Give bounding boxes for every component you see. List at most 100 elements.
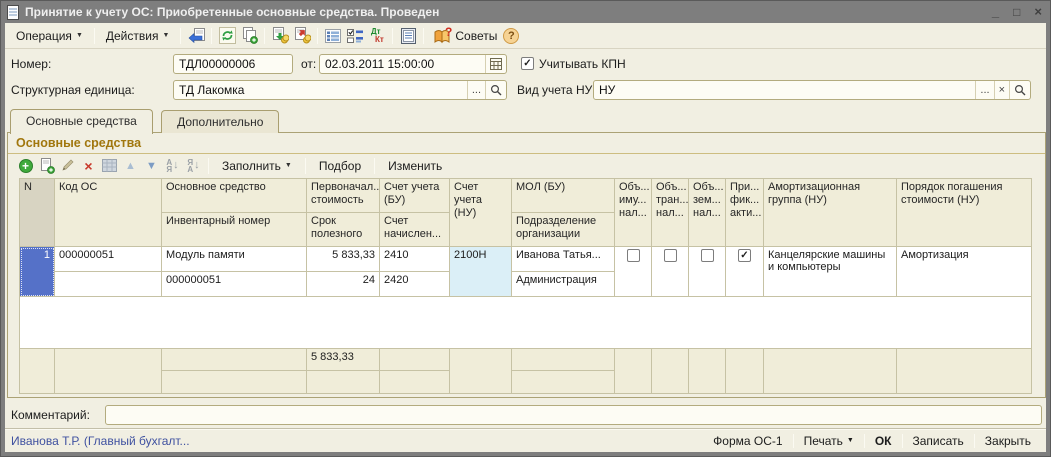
- cell-pervonach-stoimost[interactable]: 5 833,33: [307, 247, 380, 272]
- forma-os1-button[interactable]: Форма ОС-1: [704, 432, 791, 450]
- structural-unit-input[interactable]: [174, 81, 467, 99]
- cell-ob-transport-checkbox[interactable]: [652, 247, 689, 297]
- tab-dopolnitelno[interactable]: Дополнительно: [161, 110, 279, 133]
- fill-button[interactable]: Заполнить ▼: [213, 157, 301, 175]
- kpn-label: Учитывать КПН: [539, 57, 626, 71]
- delete-row-button[interactable]: ×: [79, 157, 98, 175]
- calendar-icon[interactable]: [485, 55, 506, 73]
- checkbox-checked[interactable]: ✓: [738, 249, 751, 262]
- add-row-button[interactable]: +: [16, 157, 35, 175]
- col-header-pervonach-stoimost: Первоначал... стоимость: [307, 179, 380, 213]
- copy-row-button[interactable]: [37, 157, 56, 175]
- cell-schet-bu[interactable]: 2410: [380, 247, 450, 272]
- nu-kind-input[interactable]: [594, 81, 975, 99]
- help-button[interactable]: ?: [503, 28, 519, 44]
- footer-total-pervonach: 5 833,33: [307, 349, 380, 371]
- copy-document-icon[interactable]: [239, 26, 259, 46]
- tips-book-icon: ?: [434, 28, 451, 44]
- cell-poryadok-pogasheniya[interactable]: Амортизация: [897, 247, 1032, 297]
- cell-kod-os[interactable]: 000000051: [55, 247, 162, 272]
- cell-kod-os-2[interactable]: [55, 272, 162, 297]
- actions-menu-button[interactable]: Действия ▼: [99, 26, 177, 46]
- set-marks-icon[interactable]: [345, 26, 365, 46]
- table-empty-area[interactable]: [20, 297, 1032, 349]
- col-header-ob-transport-nalog: Объ... тран... нал...: [652, 179, 689, 247]
- magnifier-icon[interactable]: [485, 81, 506, 99]
- cell-srok-poleznogo[interactable]: 24: [307, 272, 380, 297]
- date-field[interactable]: [319, 54, 507, 74]
- ellipsis-button[interactable]: ...: [467, 81, 485, 99]
- number-field[interactable]: [173, 54, 293, 74]
- titlebar: Принятие к учету ОС: Приобретенные основ…: [1, 1, 1050, 23]
- reread-document-icon[interactable]: [186, 26, 206, 46]
- checkbox-unchecked[interactable]: [664, 249, 677, 262]
- save-button[interactable]: Записать: [904, 432, 973, 450]
- col-header-schet-nu: Счет учета (НУ): [450, 179, 512, 247]
- delete-icon: ×: [84, 159, 92, 173]
- structural-unit-field[interactable]: ...: [173, 80, 507, 100]
- cell-mol-bu[interactable]: Иванова Татья...: [512, 247, 615, 272]
- assets-table: N Код ОС Основное средство Первоначал...…: [19, 178, 1032, 394]
- magnifier-icon[interactable]: [1009, 81, 1030, 99]
- cell-schet-nachisleniya[interactable]: 2420: [380, 272, 450, 297]
- footer-cell-pri-fik: [726, 349, 764, 394]
- cell-amort-gruppa[interactable]: Канцелярские машины и компьютеры: [764, 247, 897, 297]
- document-movements-in-icon[interactable]: [270, 26, 290, 46]
- minimize-button[interactable]: _: [992, 3, 999, 21]
- toolbar-separator: [305, 158, 306, 174]
- cell-ob-zemelny-checkbox[interactable]: [689, 247, 726, 297]
- tips-button[interactable]: ? Советы: [428, 28, 503, 44]
- date-input[interactable]: [320, 55, 485, 73]
- edit-row-button[interactable]: [58, 157, 77, 175]
- cell-podrazdelenie[interactable]: Администрация: [512, 272, 615, 297]
- comment-input[interactable]: [106, 406, 1041, 424]
- izmenit-button[interactable]: Изменить: [379, 157, 451, 175]
- podbor-button[interactable]: Подбор: [310, 157, 370, 175]
- col-header-amort-gruppa-nu: Амортизационная группа (НУ): [764, 179, 897, 247]
- window-title: Принятие к учету ОС: Приобретенные основ…: [25, 5, 992, 19]
- close-button[interactable]: ×: [1034, 3, 1042, 21]
- end-edit-button[interactable]: [100, 157, 119, 175]
- document-icon: [7, 5, 19, 20]
- checkbox-unchecked[interactable]: [701, 249, 714, 262]
- row-number-cell[interactable]: 1: [20, 247, 55, 297]
- sort-arrow-icon: ↓: [194, 162, 200, 169]
- col-header-schet-nachisleniya: Счет начислен...: [380, 213, 450, 247]
- checkmark-icon: ✓: [523, 58, 531, 69]
- number-input[interactable]: [174, 55, 292, 73]
- clear-icon[interactable]: ×: [994, 81, 1009, 99]
- operation-menu-button[interactable]: Операция ▼: [9, 26, 90, 46]
- statusbar: Иванова Т.Р. (Главный бухгалт... Форма О…: [5, 428, 1046, 452]
- cell-osnovnoe-sredstvo[interactable]: Модуль памяти: [162, 247, 307, 272]
- checkbox-unchecked[interactable]: [627, 249, 640, 262]
- col-header-schet-bu: Счет учета (БУ): [380, 179, 450, 213]
- col-header-inventarny-nomer: Инвентарный номер: [162, 213, 307, 247]
- tab-osnovnye-sredstva[interactable]: Основные средства: [10, 109, 153, 134]
- sort-descending-button[interactable]: ЯА↓: [184, 157, 203, 175]
- footer-cell-kod-os: [55, 349, 162, 394]
- document-structure-icon[interactable]: [323, 26, 343, 46]
- main-toolbar: Операция ▼ Действия ▼: [5, 23, 1046, 49]
- ellipsis-button[interactable]: ...: [975, 81, 993, 99]
- report-icon[interactable]: [398, 26, 418, 46]
- structural-unit-label: Структурная единица:: [11, 83, 135, 97]
- sort-arrow-icon: ↓: [173, 162, 179, 169]
- kpn-checkbox[interactable]: ✓: [521, 57, 534, 70]
- close-window-button[interactable]: Закрыть: [976, 432, 1040, 450]
- sort-ascending-button[interactable]: АЯ↓: [163, 157, 182, 175]
- cell-inventarny-nomer[interactable]: 000000051: [162, 272, 307, 297]
- move-down-button[interactable]: ▼: [142, 157, 161, 175]
- move-up-button[interactable]: ▲: [121, 157, 140, 175]
- cell-schet-nu[interactable]: 2100Н: [450, 247, 512, 297]
- print-button[interactable]: Печать ▼: [795, 432, 863, 450]
- cell-priznak-fiks-checkbox[interactable]: ✓: [726, 247, 764, 297]
- cell-ob-imushestvo-checkbox[interactable]: [615, 247, 652, 297]
- ok-button[interactable]: ОК: [866, 432, 901, 450]
- comment-field[interactable]: [105, 405, 1042, 425]
- document-movements-out-icon[interactable]: [292, 26, 312, 46]
- post-document-icon[interactable]: [217, 26, 237, 46]
- maximize-button[interactable]: □: [1013, 3, 1020, 21]
- nu-kind-field[interactable]: ... ×: [593, 80, 1031, 100]
- dt-kt-postings-icon[interactable]: ДтКт: [367, 26, 387, 46]
- footer-cell-inventarny: [162, 371, 307, 394]
